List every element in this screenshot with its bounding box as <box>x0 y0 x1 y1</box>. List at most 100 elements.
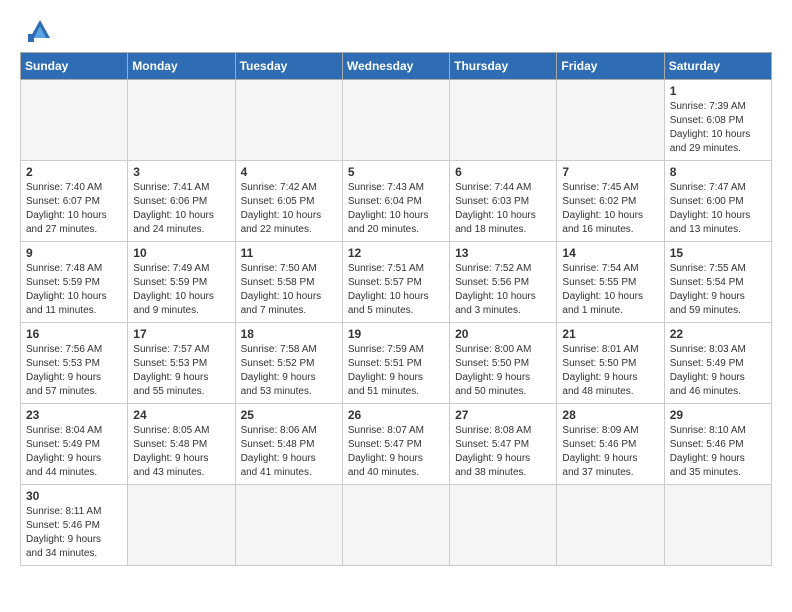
day-number: 6 <box>455 165 551 179</box>
calendar-cell: 5 Sunrise: 7:43 AM Sunset: 6:04 PM Daylig… <box>342 161 449 242</box>
calendar-cell <box>128 485 235 566</box>
weekday-header-sunday: Sunday <box>21 53 128 80</box>
day-number: 22 <box>670 327 766 341</box>
day-info: Sunrise: 8:08 AM Sunset: 5:47 PM Dayligh… <box>455 424 551 480</box>
day-number: 18 <box>241 327 337 341</box>
day-info: Sunrise: 7:58 AM Sunset: 5:52 PM Dayligh… <box>241 343 337 399</box>
calendar-cell: 9 Sunrise: 7:48 AM Sunset: 5:59 PM Daylig… <box>21 242 128 323</box>
calendar: SundayMondayTuesdayWednesdayThursdayFrid… <box>20 52 772 566</box>
day-info: Sunrise: 7:50 AM Sunset: 5:58 PM Dayligh… <box>241 262 337 318</box>
calendar-cell: 3 Sunrise: 7:41 AM Sunset: 6:06 PM Daylig… <box>128 161 235 242</box>
day-number: 20 <box>455 327 551 341</box>
day-number: 10 <box>133 246 229 260</box>
weekday-header-monday: Monday <box>128 53 235 80</box>
day-number: 16 <box>26 327 122 341</box>
calendar-cell: 30 Sunrise: 8:11 AM Sunset: 5:46 PM Dayli… <box>21 485 128 566</box>
calendar-cell <box>21 80 128 161</box>
day-info: Sunrise: 7:39 AM Sunset: 6:08 PM Dayligh… <box>670 100 766 156</box>
day-number: 11 <box>241 246 337 260</box>
day-info: Sunrise: 7:41 AM Sunset: 6:06 PM Dayligh… <box>133 181 229 237</box>
day-info: Sunrise: 7:47 AM Sunset: 6:00 PM Dayligh… <box>670 181 766 237</box>
calendar-week-5: 30 Sunrise: 8:11 AM Sunset: 5:46 PM Dayli… <box>21 485 772 566</box>
weekday-header-thursday: Thursday <box>450 53 557 80</box>
calendar-cell: 2Sunrise: 7:40 AM Sunset: 6:07 PM Daylig… <box>21 161 128 242</box>
calendar-cell: 11 Sunrise: 7:50 AM Sunset: 5:58 PM Dayli… <box>235 242 342 323</box>
calendar-cell: 13 Sunrise: 7:52 AM Sunset: 5:56 PM Dayli… <box>450 242 557 323</box>
calendar-cell: 18 Sunrise: 7:58 AM Sunset: 5:52 PM Dayli… <box>235 323 342 404</box>
day-info: Sunrise: 7:43 AM Sunset: 6:04 PM Dayligh… <box>348 181 444 237</box>
day-info: Sunrise: 7:52 AM Sunset: 5:56 PM Dayligh… <box>455 262 551 318</box>
calendar-cell <box>557 80 664 161</box>
calendar-week-0: 1 Sunrise: 7:39 AM Sunset: 6:08 PM Daylig… <box>21 80 772 161</box>
calendar-cell: 7 Sunrise: 7:45 AM Sunset: 6:02 PM Daylig… <box>557 161 664 242</box>
day-number: 27 <box>455 408 551 422</box>
calendar-cell: 10 Sunrise: 7:49 AM Sunset: 5:59 PM Dayli… <box>128 242 235 323</box>
calendar-cell: 6 Sunrise: 7:44 AM Sunset: 6:03 PM Daylig… <box>450 161 557 242</box>
calendar-cell: 28 Sunrise: 8:09 AM Sunset: 5:46 PM Dayli… <box>557 404 664 485</box>
day-number: 23 <box>26 408 122 422</box>
day-info: Sunrise: 7:48 AM Sunset: 5:59 PM Dayligh… <box>26 262 122 318</box>
calendar-cell <box>128 80 235 161</box>
calendar-cell <box>235 485 342 566</box>
calendar-cell: 26Sunrise: 8:07 AM Sunset: 5:47 PM Dayli… <box>342 404 449 485</box>
day-number: 29 <box>670 408 766 422</box>
calendar-cell <box>450 80 557 161</box>
day-info: Sunrise: 8:11 AM Sunset: 5:46 PM Dayligh… <box>26 505 122 561</box>
day-number: 1 <box>670 84 766 98</box>
calendar-cell: 4Sunrise: 7:42 AM Sunset: 6:05 PM Daylig… <box>235 161 342 242</box>
day-info: Sunrise: 7:49 AM Sunset: 5:59 PM Dayligh… <box>133 262 229 318</box>
day-number: 13 <box>455 246 551 260</box>
calendar-cell: 19Sunrise: 7:59 AM Sunset: 5:51 PM Dayli… <box>342 323 449 404</box>
weekday-header-saturday: Saturday <box>664 53 771 80</box>
day-number: 25 <box>241 408 337 422</box>
day-info: Sunrise: 8:09 AM Sunset: 5:46 PM Dayligh… <box>562 424 658 480</box>
calendar-cell <box>342 80 449 161</box>
calendar-cell: 16Sunrise: 7:56 AM Sunset: 5:53 PM Dayli… <box>21 323 128 404</box>
page-header <box>20 16 772 44</box>
day-number: 28 <box>562 408 658 422</box>
day-number: 8 <box>670 165 766 179</box>
calendar-cell: 22Sunrise: 8:03 AM Sunset: 5:49 PM Dayli… <box>664 323 771 404</box>
day-info: Sunrise: 8:00 AM Sunset: 5:50 PM Dayligh… <box>455 343 551 399</box>
day-number: 7 <box>562 165 658 179</box>
day-number: 24 <box>133 408 229 422</box>
day-info: Sunrise: 7:59 AM Sunset: 5:51 PM Dayligh… <box>348 343 444 399</box>
calendar-cell: 21Sunrise: 8:01 AM Sunset: 5:50 PM Dayli… <box>557 323 664 404</box>
day-info: Sunrise: 7:54 AM Sunset: 5:55 PM Dayligh… <box>562 262 658 318</box>
calendar-cell: 15Sunrise: 7:55 AM Sunset: 5:54 PM Dayli… <box>664 242 771 323</box>
day-info: Sunrise: 7:45 AM Sunset: 6:02 PM Dayligh… <box>562 181 658 237</box>
weekday-header-row: SundayMondayTuesdayWednesdayThursdayFrid… <box>21 53 772 80</box>
calendar-cell: 27 Sunrise: 8:08 AM Sunset: 5:47 PM Dayli… <box>450 404 557 485</box>
day-number: 9 <box>26 246 122 260</box>
day-info: Sunrise: 8:04 AM Sunset: 5:49 PM Dayligh… <box>26 424 122 480</box>
day-info: Sunrise: 8:05 AM Sunset: 5:48 PM Dayligh… <box>133 424 229 480</box>
day-number: 26 <box>348 408 444 422</box>
calendar-cell <box>342 485 449 566</box>
calendar-cell: 12Sunrise: 7:51 AM Sunset: 5:57 PM Dayli… <box>342 242 449 323</box>
calendar-cell: 25Sunrise: 8:06 AM Sunset: 5:48 PM Dayli… <box>235 404 342 485</box>
calendar-week-1: 2Sunrise: 7:40 AM Sunset: 6:07 PM Daylig… <box>21 161 772 242</box>
calendar-cell: 20 Sunrise: 8:00 AM Sunset: 5:50 PM Dayli… <box>450 323 557 404</box>
day-number: 5 <box>348 165 444 179</box>
calendar-week-3: 16Sunrise: 7:56 AM Sunset: 5:53 PM Dayli… <box>21 323 772 404</box>
day-number: 3 <box>133 165 229 179</box>
day-info: Sunrise: 8:10 AM Sunset: 5:46 PM Dayligh… <box>670 424 766 480</box>
day-info: Sunrise: 7:42 AM Sunset: 6:05 PM Dayligh… <box>241 181 337 237</box>
logo-icon <box>20 16 56 44</box>
calendar-week-4: 23 Sunrise: 8:04 AM Sunset: 5:49 PM Dayli… <box>21 404 772 485</box>
calendar-cell <box>450 485 557 566</box>
day-info: Sunrise: 7:44 AM Sunset: 6:03 PM Dayligh… <box>455 181 551 237</box>
day-info: Sunrise: 7:40 AM Sunset: 6:07 PM Dayligh… <box>26 181 122 237</box>
calendar-cell: 1 Sunrise: 7:39 AM Sunset: 6:08 PM Daylig… <box>664 80 771 161</box>
calendar-cell: 14 Sunrise: 7:54 AM Sunset: 5:55 PM Dayli… <box>557 242 664 323</box>
calendar-cell: 8 Sunrise: 7:47 AM Sunset: 6:00 PM Daylig… <box>664 161 771 242</box>
day-info: Sunrise: 7:51 AM Sunset: 5:57 PM Dayligh… <box>348 262 444 318</box>
day-number: 15 <box>670 246 766 260</box>
day-number: 17 <box>133 327 229 341</box>
calendar-cell <box>664 485 771 566</box>
day-info: Sunrise: 8:01 AM Sunset: 5:50 PM Dayligh… <box>562 343 658 399</box>
day-number: 14 <box>562 246 658 260</box>
day-number: 30 <box>26 489 122 503</box>
weekday-header-wednesday: Wednesday <box>342 53 449 80</box>
day-info: Sunrise: 7:57 AM Sunset: 5:53 PM Dayligh… <box>133 343 229 399</box>
